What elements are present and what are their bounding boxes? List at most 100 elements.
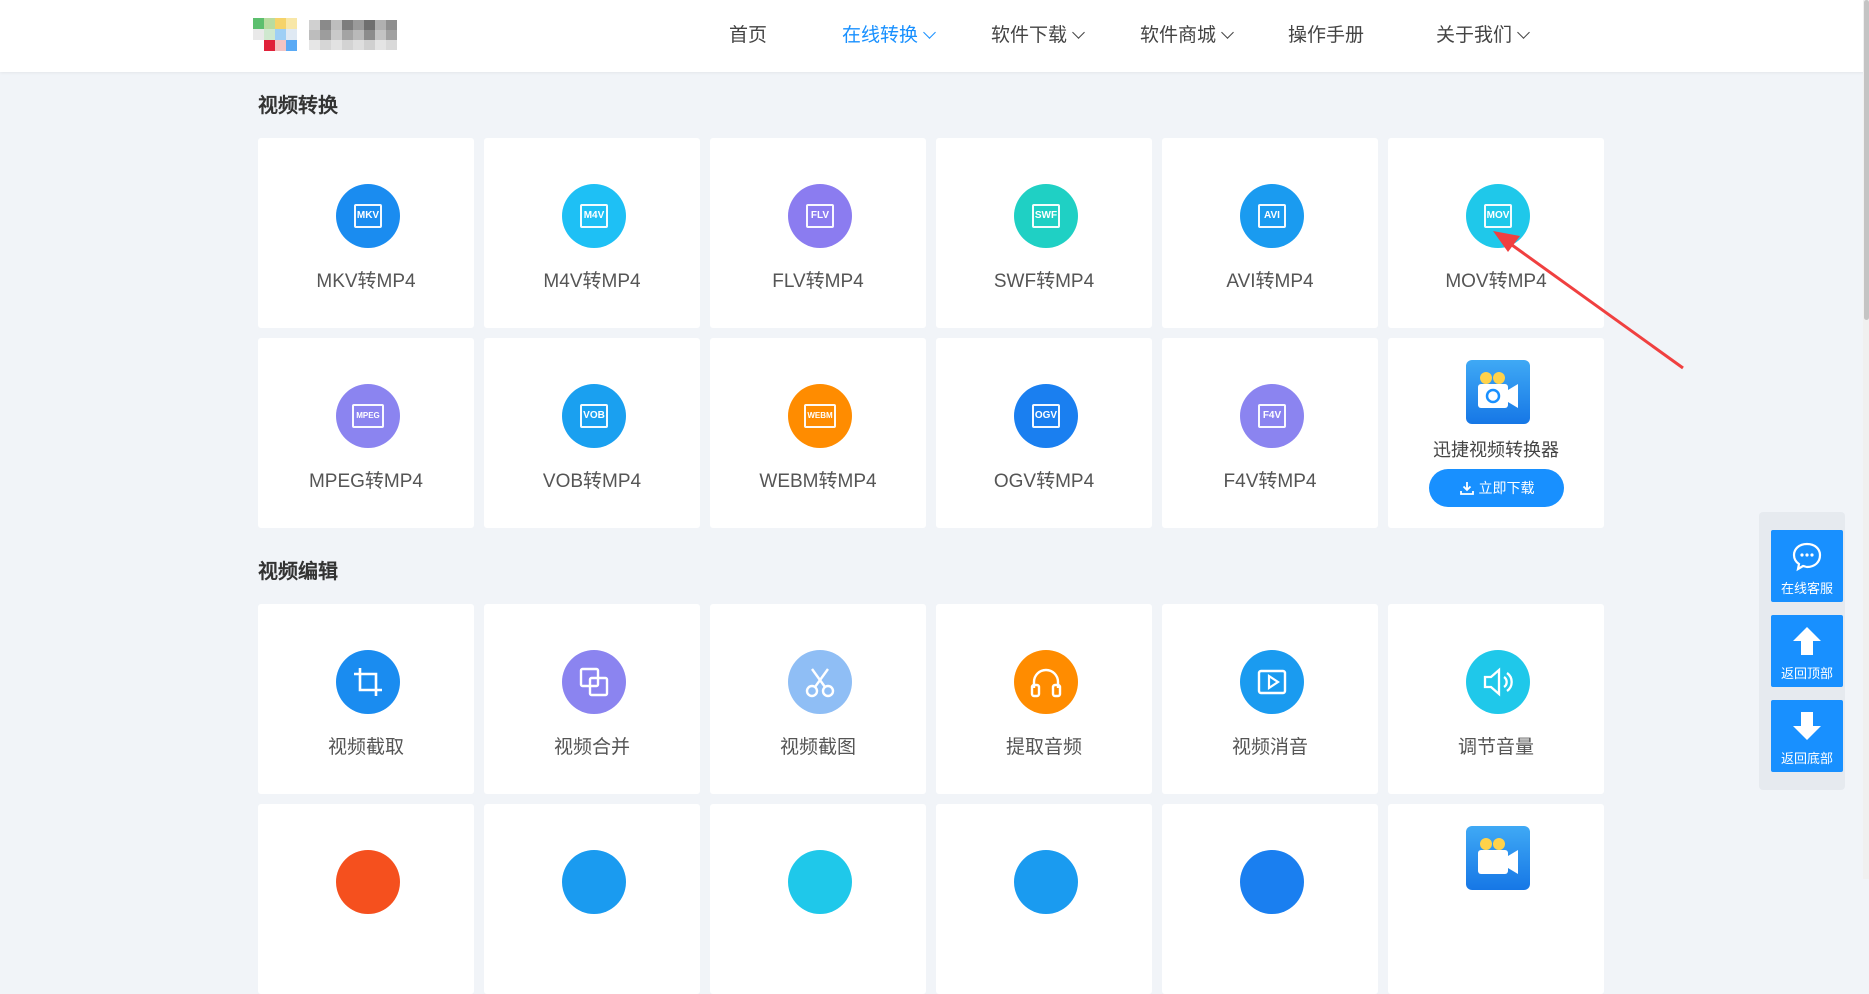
nav-home[interactable]: 首页 [729,0,767,72]
f4v-badge: F4V [1258,404,1286,428]
back-to-top-button[interactable]: 返回顶部 [1771,615,1843,687]
m4v-badge: M4V [580,204,608,228]
edit-card-mute-video[interactable]: 视频消音 [1162,604,1378,794]
page-scrollbar-thumb[interactable] [1864,0,1869,320]
download-now-button[interactable]: 立即下载 [1429,469,1564,507]
chevron-down-icon [1221,26,1234,39]
gif-file-icon [336,850,400,914]
card-label: 调节音量 [1457,737,1534,758]
edit-card-video-merge[interactable]: 视频合并 [484,604,700,794]
card-label: WEBM转MP4 [759,471,877,492]
nav-software-store[interactable]: 软件商城 [1140,0,1234,72]
arrow-down-icon [1793,712,1821,740]
online-service-label: 在线客服 [1780,581,1833,596]
download-icon [1459,482,1474,495]
promo-card-video-converter: 迅捷视频转换器 立即下载 [1388,338,1604,528]
chevron-down-icon [1072,26,1085,39]
video-converter-app-icon [1466,826,1530,890]
card-label: AVI转MP4 [1226,271,1314,292]
nav-online-convert-label: 在线转换 [842,25,919,46]
chevron-down-icon [1517,26,1530,39]
back-to-top-label: 返回顶部 [1780,666,1833,681]
speaker-icon [1466,650,1530,714]
nav-about-us[interactable]: 关于我们 [1436,0,1530,72]
convert-card-mpeg[interactable]: MPEG MPEG转MP4 [258,338,474,528]
convert-card-f4v[interactable]: F4V F4V转MP4 [1162,338,1378,528]
vob-badge: VOB [580,404,608,428]
convert-card-vob[interactable]: VOB VOB转MP4 [484,338,700,528]
convert-card-swf[interactable]: SWF SWF转MP4 [936,138,1152,328]
site-logo[interactable] [253,18,399,54]
arrow-up-icon [1793,627,1821,655]
ogv-badge: OGV [1032,404,1060,428]
avi-file-icon: AVI [1240,184,1304,248]
chat-icon [1792,542,1822,572]
floating-service-panel: 在线客服 返回顶部 返回底部 [1759,512,1845,790]
flv-file-icon: FLV [788,184,852,248]
edit-card-row4-5[interactable] [1162,804,1378,994]
back-to-bottom-label: 返回底部 [1780,751,1833,766]
edit-card-row4-4[interactable] [936,804,1152,994]
card-label: MKV转MP4 [316,271,416,292]
mkv-file-icon: MKV [336,184,400,248]
convert-card-avi[interactable]: AVI AVI转MP4 [1162,138,1378,328]
logo-wordmark [309,20,399,52]
online-service-button[interactable]: 在线客服 [1771,530,1843,602]
logo-mark [253,18,297,54]
section-title-video-convert: 视频转换 [258,95,338,117]
back-to-bottom-button[interactable]: 返回底部 [1771,700,1843,772]
convert-card-mkv[interactable]: MKV MKV转MP4 [258,138,474,328]
scissors-icon [788,650,852,714]
merge-icon [562,650,626,714]
card-label: 视频合并 [553,737,630,758]
webm-file-icon: WEBM [788,384,852,448]
card-label: MPEG转MP4 [308,471,424,492]
text-watermark-icon [1014,850,1078,914]
camera-icon [1240,850,1304,914]
edit-card-row4-2[interactable] [484,804,700,994]
webm-badge: WEBM [804,404,836,428]
card-label: SWF转MP4 [993,271,1095,292]
speed-icon [562,850,626,914]
top-header: 首页 在线转换 软件下载 软件商城 操作手册 关于我们 [0,0,1869,72]
rotate-icon [788,850,852,914]
convert-card-mov[interactable]: MOV MOV转MP4 [1388,138,1604,328]
headphones-icon [1014,650,1078,714]
convert-card-ogv[interactable]: OGV OGV转MP4 [936,338,1152,528]
mpeg-file-icon: MPEG [336,384,400,448]
card-label: M4V转MP4 [543,271,641,292]
mov-file-icon: MOV [1466,184,1530,248]
convert-card-webm[interactable]: WEBM WEBM转MP4 [710,338,926,528]
edit-card-video-screenshot[interactable]: 视频截图 [710,604,926,794]
card-label: OGV转MP4 [993,471,1095,492]
card-label: 视频消音 [1231,737,1308,758]
video-converter-app-icon [1466,360,1530,424]
edit-card-row4-1[interactable] [258,804,474,994]
flv-badge: FLV [806,204,834,228]
card-label: 提取音频 [1005,737,1082,758]
m4v-file-icon: M4V [562,184,626,248]
nav-software-download[interactable]: 软件下载 [991,0,1085,72]
edit-card-extract-audio[interactable]: 提取音频 [936,604,1152,794]
ogv-file-icon: OGV [1014,384,1078,448]
nav-online-convert[interactable]: 在线转换 [842,0,936,72]
chevron-down-icon [923,26,936,39]
promo-title: 迅捷视频转换器 [1433,440,1559,460]
edit-card-adjust-volume[interactable]: 调节音量 [1388,604,1604,794]
convert-card-m4v[interactable]: M4V M4V转MP4 [484,138,700,328]
convert-card-flv[interactable]: FLV FLV转MP4 [710,138,926,328]
section-title-video-edit: 视频编辑 [258,561,338,583]
f4v-file-icon: F4V [1240,384,1304,448]
card-label: F4V转MP4 [1223,471,1317,492]
vob-file-icon: VOB [562,384,626,448]
nav-about-us-label: 关于我们 [1436,25,1513,46]
nav-manual[interactable]: 操作手册 [1288,0,1364,72]
download-now-label: 立即下载 [1478,480,1535,496]
avi-badge: AVI [1258,204,1286,228]
mkv-badge: MKV [354,204,382,228]
card-label: 视频截取 [327,737,404,758]
edit-card-row4-3[interactable] [710,804,926,994]
edit-card-video-crop[interactable]: 视频截取 [258,604,474,794]
nav-home-label: 首页 [729,25,768,46]
swf-file-icon: SWF [1014,184,1078,248]
